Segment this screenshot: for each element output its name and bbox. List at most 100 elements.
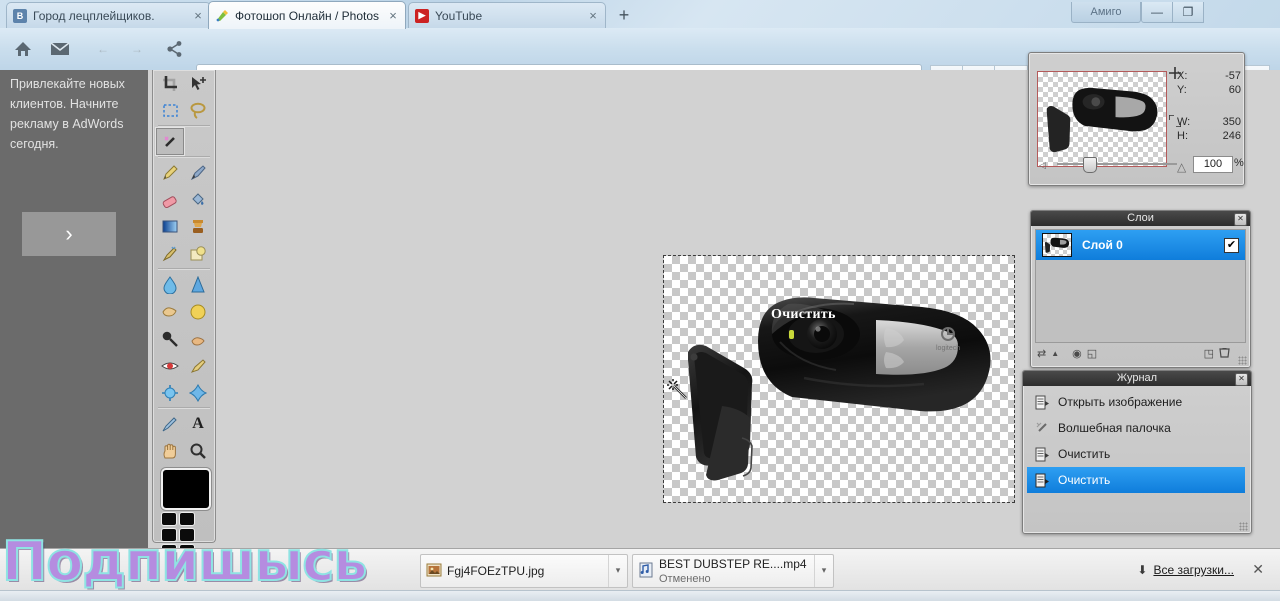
history-item[interactable]: Очистить (1027, 441, 1245, 467)
layers-title-text: Слои (1127, 212, 1154, 224)
layer-style-icon[interactable]: ◉ (1072, 347, 1082, 360)
pencil-tool[interactable] (156, 159, 184, 186)
mail-icon[interactable] (45, 34, 75, 64)
palette-swatch[interactable] (179, 528, 195, 542)
download-item[interactable]: BEST DUBSTEP RE....mp4 Отменено ▾ (632, 554, 834, 588)
drawing-tool[interactable] (184, 240, 212, 267)
download-item[interactable]: Fgj4FOEzTPU.jpg ▾ (420, 554, 628, 588)
layer-item[interactable]: Слой 0 ✔ (1036, 230, 1245, 260)
pinch-tool[interactable] (184, 379, 212, 406)
marquee-select-tool[interactable] (156, 97, 184, 124)
canvas-area[interactable]: logitech Очистить (218, 70, 1098, 548)
lasso-free-tool[interactable] (184, 128, 212, 155)
spot-heal-tool[interactable] (184, 352, 212, 379)
download-menu-caret[interactable]: ▾ (608, 555, 627, 587)
zoom-slider-track[interactable] (1057, 163, 1177, 165)
nav-h-value: 246 (1222, 130, 1241, 142)
download-bar: Fgj4FOEzTPU.jpg ▾ BEST DUBSTEP RE....mp4… (0, 548, 1280, 591)
paint-bucket-tool[interactable] (184, 186, 212, 213)
ad-cta-button[interactable]: › (22, 212, 116, 256)
download-filename: BEST DUBSTEP RE....mp4 (659, 556, 807, 571)
navigator-zoom-control[interactable]: ◁ △ 100 % (1035, 151, 1244, 177)
history-item[interactable]: Открыть изображение (1027, 389, 1245, 415)
browser-tab-vk[interactable]: В Город лецплейщиков. × (6, 2, 211, 28)
back-icon[interactable]: ← (88, 34, 118, 64)
document-icon (1033, 472, 1050, 489)
advertisement-panel[interactable]: Привлекайте новых клиентов. Начните рекл… (0, 70, 148, 548)
hand-tool[interactable] (156, 437, 184, 464)
primary-color-swatch[interactable] (161, 468, 211, 510)
share-icon[interactable] (160, 34, 190, 64)
smudge-tool[interactable] (156, 298, 184, 325)
dodge-tool[interactable] (156, 325, 184, 352)
eyedropper-tool[interactable] (156, 410, 184, 437)
history-panel-title: Журнал ✕ (1023, 371, 1251, 386)
gradient-tool[interactable] (156, 213, 184, 240)
all-downloads-label[interactable]: Все загрузки... (1153, 563, 1234, 577)
move-tool[interactable] (184, 70, 212, 97)
red-eye-tool[interactable] (156, 352, 184, 379)
type-tool[interactable]: A (184, 410, 212, 437)
blend-arrow-icon[interactable]: ▲ (1051, 349, 1059, 358)
magic-wand-tool[interactable] (156, 128, 184, 155)
image-document[interactable]: logitech Очистить (663, 255, 1015, 503)
palette-swatch[interactable] (161, 512, 177, 526)
layer-list[interactable]: Слой 0 ✔ (1035, 229, 1246, 343)
panel-resize-grip[interactable] (1238, 356, 1247, 365)
palette-swatch[interactable] (179, 512, 195, 526)
eraser-tool[interactable] (156, 186, 184, 213)
close-icon[interactable]: ✕ (1234, 213, 1247, 226)
layer-thumbnail (1042, 233, 1072, 257)
palette-swatch[interactable] (161, 528, 177, 542)
history-list[interactable]: Открыть изображение Волшебная палочка Оч… (1027, 389, 1245, 509)
browser-tab-pixlr[interactable]: Фотошоп Онлайн / Photos × (208, 1, 406, 29)
blend-mode-icon[interactable]: ⇄ (1037, 347, 1046, 360)
zoom-slider-handle[interactable] (1083, 157, 1097, 173)
blur-tool[interactable] (156, 271, 184, 298)
tab-close-icon[interactable]: × (587, 9, 599, 22)
right-dock: X: -57 Y: 60 W: 350 H: 246 ◁ △ 100 % Сло… (1020, 52, 1280, 548)
image-file-icon (421, 562, 447, 581)
tab-close-icon[interactable]: × (387, 9, 399, 22)
nav-h-label: H: (1177, 130, 1188, 142)
bloat-tool[interactable] (156, 379, 184, 406)
burn-tool[interactable] (184, 325, 212, 352)
close-download-bar-icon[interactable]: ✕ (1252, 561, 1264, 578)
zoom-out-icon[interactable]: ◁ (1039, 160, 1046, 171)
forward-icon[interactable]: → (122, 34, 152, 64)
delete-layer-icon[interactable] (1219, 346, 1230, 361)
toolbox: A (152, 70, 216, 558)
browser-tab-youtube[interactable]: ▶ YouTube × (408, 2, 606, 28)
download-menu-caret[interactable]: ▾ (814, 555, 833, 587)
youtube-icon: ▶ (415, 8, 429, 23)
sharpen-tool[interactable] (184, 271, 212, 298)
download-info: Fgj4FOEzTPU.jpg (447, 564, 608, 578)
new-layer-icon[interactable]: ◳ (1204, 347, 1214, 360)
layer-visibility-checkbox[interactable]: ✔ (1224, 237, 1239, 253)
window-minimize-button[interactable]: — (1141, 2, 1173, 23)
sponge-tool[interactable] (184, 298, 212, 325)
all-downloads-link[interactable]: ⬇ Все загрузки... (1137, 563, 1234, 577)
replace-color-tool[interactable] (156, 240, 184, 267)
new-tab-button[interactable]: + (612, 5, 636, 27)
zoom-value-input[interactable]: 100 (1193, 156, 1233, 173)
nav-w-value: 350 (1222, 116, 1241, 128)
panel-resize-grip[interactable] (1239, 522, 1248, 531)
zoom-tool[interactable] (184, 437, 212, 464)
tab-title: Город лецплейщиков. (33, 8, 155, 23)
layer-mask-icon[interactable]: ◱ (1087, 347, 1097, 360)
video-file-icon (633, 562, 659, 581)
tab-strip: В Город лецплейщиков. × Фотошоп Онлайн /… (0, 0, 740, 29)
clone-stamp-tool[interactable] (184, 213, 212, 240)
window-maximize-button[interactable]: ❐ (1172, 2, 1204, 23)
history-item[interactable]: Волшебная палочка (1027, 415, 1245, 441)
history-item-selected[interactable]: Очистить (1027, 467, 1245, 493)
brush-tool[interactable] (184, 159, 212, 186)
zoom-in-icon[interactable]: △ (1177, 160, 1186, 174)
history-title-text: Журнал (1116, 372, 1158, 384)
tab-close-icon[interactable]: × (192, 9, 204, 22)
close-icon[interactable]: ✕ (1235, 373, 1248, 386)
crop-tool[interactable] (156, 70, 184, 97)
home-icon[interactable] (8, 34, 38, 64)
lasso-tool[interactable] (184, 97, 212, 124)
